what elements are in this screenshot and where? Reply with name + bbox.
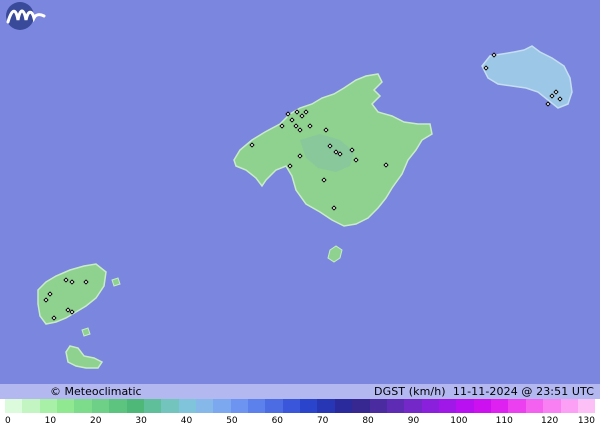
scale-swatch bbox=[456, 399, 474, 413]
credit-text: © Meteoclimatic bbox=[50, 385, 142, 398]
scale-swatch bbox=[22, 399, 40, 413]
scale-swatch bbox=[230, 399, 249, 413]
meteoclimatic-logo-icon bbox=[6, 2, 46, 30]
scale-swatch bbox=[300, 399, 318, 413]
scale-tick-label: 0 bbox=[5, 416, 11, 426]
datetime-label: 11-11-2024 @ 23:51 UTC bbox=[452, 385, 594, 398]
scale-tick-label: 60 bbox=[271, 416, 284, 426]
scale-swatch bbox=[438, 399, 457, 413]
scale-swatch bbox=[577, 399, 596, 413]
scale-tick-label: 10 bbox=[44, 416, 57, 426]
scale-tick-label: 100 bbox=[450, 416, 468, 426]
scale-tick-label: 90 bbox=[407, 416, 420, 426]
scale-swatch bbox=[213, 399, 231, 413]
scale-swatch bbox=[508, 399, 526, 413]
scale-tick-label: 20 bbox=[90, 416, 102, 426]
scale-swatch bbox=[39, 399, 58, 413]
scale-swatch bbox=[5, 399, 23, 413]
scale-swatch bbox=[352, 399, 370, 413]
scale-swatch bbox=[317, 399, 335, 413]
color-scale: 0 10 20 30 40 50 60 70 80 90 100 110 120 130 bbox=[0, 399, 600, 435]
variable-label: DGST (km/h) bbox=[374, 385, 446, 398]
scale-tick-label: 30 bbox=[135, 416, 147, 426]
scale-swatch bbox=[421, 399, 439, 413]
color-scale-bar bbox=[5, 399, 596, 413]
scale-swatch bbox=[491, 399, 509, 413]
scale-swatch bbox=[473, 399, 492, 413]
scale-swatch bbox=[109, 399, 127, 413]
scale-swatch bbox=[143, 399, 162, 413]
scale-tick-label: 130 bbox=[577, 416, 595, 426]
scale-swatch bbox=[74, 399, 92, 413]
scale-swatch bbox=[386, 399, 405, 413]
scale-swatch bbox=[248, 399, 266, 413]
scale-swatch bbox=[543, 399, 561, 413]
island-ibiza-islet bbox=[111, 277, 121, 287]
scale-swatch bbox=[369, 399, 387, 413]
scale-swatch bbox=[195, 399, 214, 413]
scale-swatch bbox=[161, 399, 179, 413]
scale-swatch bbox=[126, 399, 144, 413]
scale-swatch bbox=[57, 399, 75, 413]
scale-swatch bbox=[334, 399, 353, 413]
scale-tick-label: 110 bbox=[495, 416, 513, 426]
scale-tick-label: 120 bbox=[541, 416, 559, 426]
scale-swatch bbox=[560, 399, 578, 413]
scale-tick-label: 50 bbox=[226, 416, 238, 426]
map-area: © Meteoclimatic DGST (km/h) 11-11-2024 @… bbox=[0, 0, 600, 435]
scale-tick-label: 70 bbox=[316, 416, 329, 426]
scale-swatch bbox=[282, 399, 301, 413]
scale-swatch bbox=[91, 399, 110, 413]
scale-tick-label: 40 bbox=[180, 416, 193, 426]
scale-swatch bbox=[265, 399, 283, 413]
scale-swatch bbox=[404, 399, 422, 413]
map-svg bbox=[0, 0, 600, 384]
scale-swatch bbox=[525, 399, 544, 413]
map-info: DGST (km/h) 11-11-2024 @ 23:51 UTC bbox=[374, 385, 594, 398]
island-ibiza-islet-2 bbox=[81, 327, 91, 337]
scale-tick-label: 80 bbox=[362, 416, 374, 426]
scale-swatch bbox=[178, 399, 196, 413]
